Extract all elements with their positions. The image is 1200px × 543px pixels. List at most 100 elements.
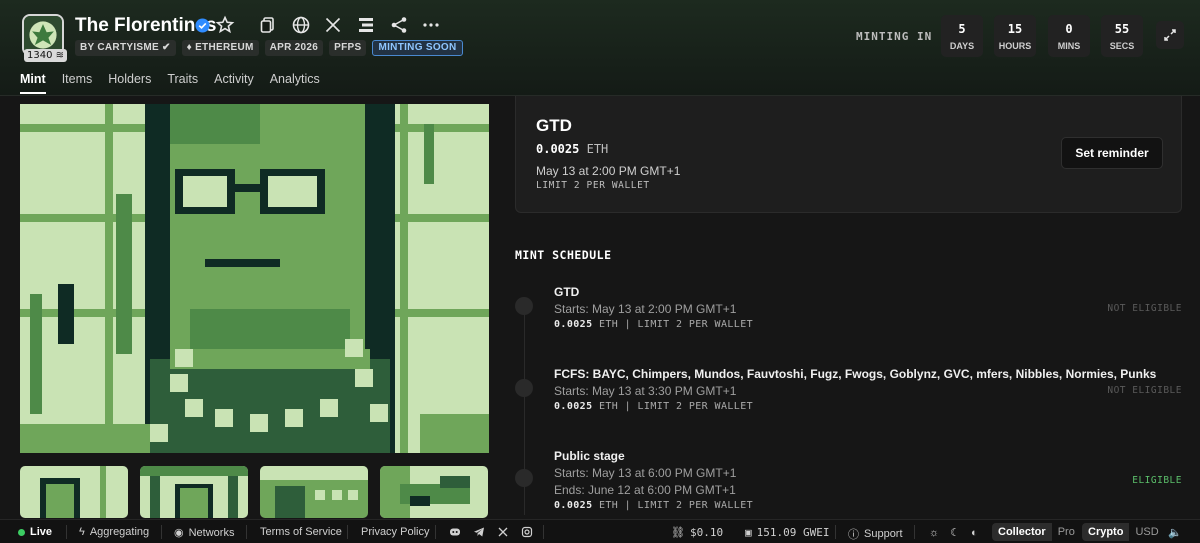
- creator-chip[interactable]: BY CARTYISME ✔: [75, 40, 176, 56]
- date-chip: APR 2026: [264, 40, 324, 56]
- thumbnail-image: [380, 466, 488, 518]
- thumbnail-3[interactable]: [260, 466, 368, 518]
- timeline-dot: [515, 469, 533, 487]
- thumbnail-1[interactable]: [20, 466, 128, 518]
- thumbnail-image: [20, 466, 128, 518]
- pixel-portrait-image: [20, 104, 489, 453]
- live-dot-icon: [18, 528, 25, 536]
- stage-date: May 13 at 2:00 PM GMT+1: [536, 164, 681, 178]
- schedule-row-meta: 0.0025 ETH | LIMIT 2 PER WALLET: [554, 319, 754, 330]
- tab-mint[interactable]: Mint: [20, 72, 46, 94]
- thumbnail-strip: [20, 466, 488, 518]
- currency-crypto[interactable]: Crypto: [1082, 523, 1130, 541]
- divider: [161, 525, 162, 539]
- tab-activity[interactable]: Activity: [214, 72, 254, 94]
- mode-pro[interactable]: Pro: [1052, 523, 1081, 541]
- tab-traits[interactable]: Traits: [167, 72, 198, 94]
- signal-icon: ◉: [174, 527, 184, 539]
- gas-pump-icon: ▣: [745, 526, 752, 539]
- share-icon[interactable]: [389, 15, 409, 35]
- instagram-icon[interactable]: [521, 526, 533, 538]
- stage-limit: LIMIT 2 PER WALLET: [536, 180, 650, 191]
- verified-small-icon: ✔: [161, 42, 171, 53]
- collection-chips: BY CARTYISME ✔ ♦ ETHEREUM APR 2026 PFPS MI…: [75, 40, 463, 56]
- schedule-row-meta: 0.0025 ETH | LIMIT 2 PER WALLET: [554, 500, 754, 511]
- divider: [914, 525, 915, 539]
- tab-holders[interactable]: Holders: [108, 72, 151, 94]
- ethereum-icon: ♦: [186, 42, 193, 53]
- support-link[interactable]: ⓘ Support: [848, 526, 903, 542]
- link-icon: ⛓: [671, 526, 685, 539]
- tab-items[interactable]: Items: [62, 72, 93, 94]
- sun-icon[interactable]: ☼: [929, 527, 939, 539]
- divider: [835, 525, 836, 539]
- item-count-badge: 1340 ≋: [24, 49, 68, 62]
- hero-image[interactable]: [20, 104, 489, 453]
- mode-collector[interactable]: Collector: [992, 523, 1052, 541]
- expand-icon: [1164, 29, 1176, 41]
- tab-analytics[interactable]: Analytics: [270, 72, 320, 94]
- theme-switcher: ☼ ☾ ◐: [929, 526, 978, 540]
- thumbnail-2[interactable]: [140, 466, 248, 518]
- timeline-dot: [515, 379, 533, 397]
- divider: [66, 525, 67, 539]
- terms-link[interactable]: Terms of Service: [260, 526, 342, 538]
- divider: [543, 525, 544, 539]
- eligibility-status: ELIGIBLE: [1132, 475, 1182, 486]
- schedule-row-starts: Starts: May 13 at 2:00 PM GMT+1: [554, 302, 737, 316]
- schedule-row-title: FCFS: BAYC, Chimpers, Mundos, Fauvtoshi,…: [554, 367, 1157, 381]
- copy-icon[interactable]: [258, 15, 278, 35]
- mint-schedule-title: MINT SCHEDULE: [515, 248, 612, 262]
- countdown-secs: 55 SECS: [1101, 15, 1143, 57]
- eth-price: ⛓ $0.10: [671, 526, 724, 539]
- contrast-icon[interactable]: ◐: [971, 527, 978, 539]
- stage-price: 0.0025 ETH: [536, 142, 609, 156]
- aggregating-indicator[interactable]: ϟ Aggregating: [79, 526, 149, 538]
- thumbnail-image: [260, 466, 368, 518]
- x-icon[interactable]: [323, 15, 343, 35]
- schedule-row-title: GTD: [554, 285, 580, 299]
- timeline-dot: [515, 297, 533, 315]
- thumbnail-4[interactable]: [380, 466, 488, 518]
- divider: [246, 525, 247, 539]
- expand-button[interactable]: [1156, 21, 1184, 49]
- chain-chip: ♦ ETHEREUM: [181, 40, 259, 56]
- set-reminder-button[interactable]: Set reminder: [1061, 137, 1163, 169]
- current-stage-card: GTD 0.0025 ETH May 13 at 2:00 PM GMT+1 L…: [515, 96, 1182, 213]
- bolt-icon: ϟ: [79, 526, 85, 538]
- currency-toggle[interactable]: Crypto USD: [1082, 523, 1165, 541]
- countdown-mins: 0 MINS: [1048, 15, 1090, 57]
- divider: [347, 525, 348, 539]
- telegram-icon[interactable]: [473, 526, 485, 538]
- discord-icon[interactable]: [449, 526, 461, 538]
- collection-header: 1340 ≋ The Florentines BY CARTYISME ✔ ♦ ET…: [0, 0, 1200, 96]
- category-chip: PFPS: [329, 40, 367, 56]
- x-icon[interactable]: [497, 526, 509, 538]
- status-badge: MINTING SOON: [372, 40, 463, 56]
- countdown-label: MINTING IN: [856, 30, 933, 43]
- schedule-row-starts: Starts: May 13 at 3:30 PM GMT+1: [554, 384, 737, 398]
- social-links: [449, 526, 533, 538]
- stage-title: GTD: [536, 116, 572, 135]
- stack-icon[interactable]: [356, 15, 376, 35]
- globe-icon[interactable]: [291, 15, 311, 35]
- countdown-days: 5 DAYS: [941, 15, 983, 57]
- networks-link[interactable]: ◉ Networks: [174, 526, 234, 540]
- countdown-hours: 15 HOURS: [994, 15, 1036, 57]
- more-icon[interactable]: [421, 15, 441, 35]
- sound-icon[interactable]: 🔈: [1168, 526, 1182, 539]
- schedule-row-meta: 0.0025 ETH | LIMIT 2 PER WALLET: [554, 401, 754, 412]
- divider: [435, 525, 436, 539]
- gas-price: ▣ 151.09 GWEI: [745, 526, 830, 539]
- schedule-row-title: Public stage: [554, 449, 625, 463]
- eligibility-status: NOT ELIGIBLE: [1107, 385, 1182, 396]
- privacy-link[interactable]: Privacy Policy: [361, 526, 429, 538]
- schedule-row-ends: Ends: June 12 at 6:00 PM GMT+1: [554, 483, 736, 497]
- mode-toggle[interactable]: Collector Pro: [992, 523, 1081, 541]
- live-indicator[interactable]: Live: [18, 526, 52, 538]
- star-icon[interactable]: [215, 15, 235, 35]
- currency-usd[interactable]: USD: [1129, 523, 1164, 541]
- schedule-row-starts: Starts: May 13 at 6:00 PM GMT+1: [554, 466, 737, 480]
- moon-icon[interactable]: ☾: [950, 526, 960, 539]
- help-icon: ⓘ: [848, 529, 859, 541]
